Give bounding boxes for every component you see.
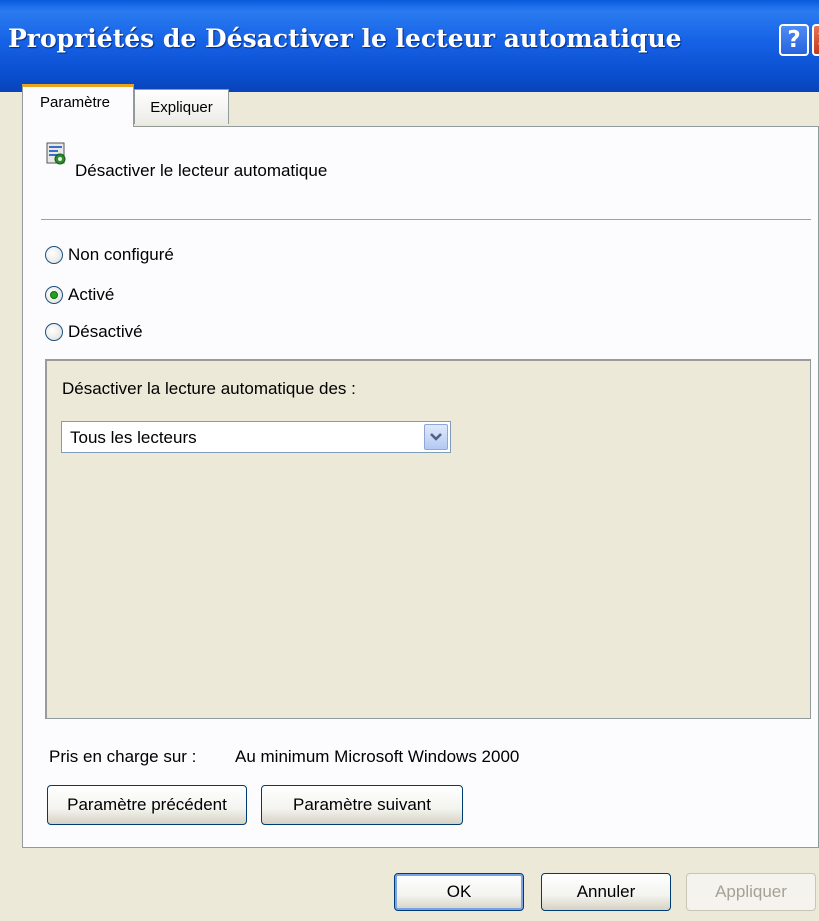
radio-button-unchecked[interactable] (45, 323, 63, 341)
radio-button-checked[interactable] (45, 286, 63, 304)
chevron-down-icon (430, 433, 442, 441)
title-bar[interactable]: Propriétés de Désactiver le lecteur auto… (0, 0, 819, 92)
window-title: Propriétés de Désactiver le lecteur auto… (8, 24, 682, 53)
radio-selected-dot (50, 291, 58, 299)
radio-not-configured[interactable]: Non configuré (45, 245, 174, 265)
tab-expliquer[interactable]: Expliquer (134, 89, 229, 124)
separator (41, 219, 811, 220)
supported-value: Au minimum Microsoft Windows 2000 (235, 747, 520, 766)
options-panel: Désactiver la lecture automatique des : … (45, 359, 811, 719)
drives-dropdown[interactable]: Tous les lecteurs (61, 421, 451, 453)
options-label: Désactiver la lecture automatique des : (62, 379, 356, 398)
help-button[interactable]: ? (779, 24, 809, 56)
help-icon: ? (787, 27, 801, 53)
apply-button[interactable]: Appliquer (686, 873, 816, 911)
radio-label: Non configuré (68, 245, 174, 264)
close-icon: ✕ (815, 27, 819, 53)
supported-label: Pris en charge sur : (49, 747, 197, 766)
ok-button[interactable]: OK (394, 873, 524, 911)
radio-disabled[interactable]: Désactivé (45, 322, 143, 342)
policy-setting-icon (46, 142, 66, 165)
tab-label: Paramètre (39, 94, 111, 111)
radio-label: Désactivé (68, 322, 143, 341)
previous-setting-button[interactable]: Paramètre précédent (47, 785, 247, 825)
next-setting-button[interactable]: Paramètre suivant (261, 785, 463, 825)
tab-parametre[interactable]: Paramètre (22, 84, 134, 127)
tab-page-parametre: Désactiver le lecteur automatique Non co… (22, 126, 819, 848)
tab-label: Expliquer (150, 98, 213, 116)
dropdown-value: Tous les lecteurs (70, 428, 197, 447)
properties-dialog: Propriétés de Désactiver le lecteur auto… (0, 0, 819, 921)
radio-enabled[interactable]: Activé (45, 285, 114, 305)
close-button[interactable]: ✕ (812, 24, 819, 56)
policy-name: Désactiver le lecteur automatique (75, 161, 328, 180)
radio-label: Activé (68, 285, 115, 304)
dropdown-arrow-button[interactable] (424, 424, 448, 450)
radio-button-unchecked[interactable] (45, 246, 63, 264)
supported-on-row: Pris en charge sur : Au minimum Microsof… (49, 747, 519, 767)
cancel-button[interactable]: Annuler (541, 873, 671, 911)
